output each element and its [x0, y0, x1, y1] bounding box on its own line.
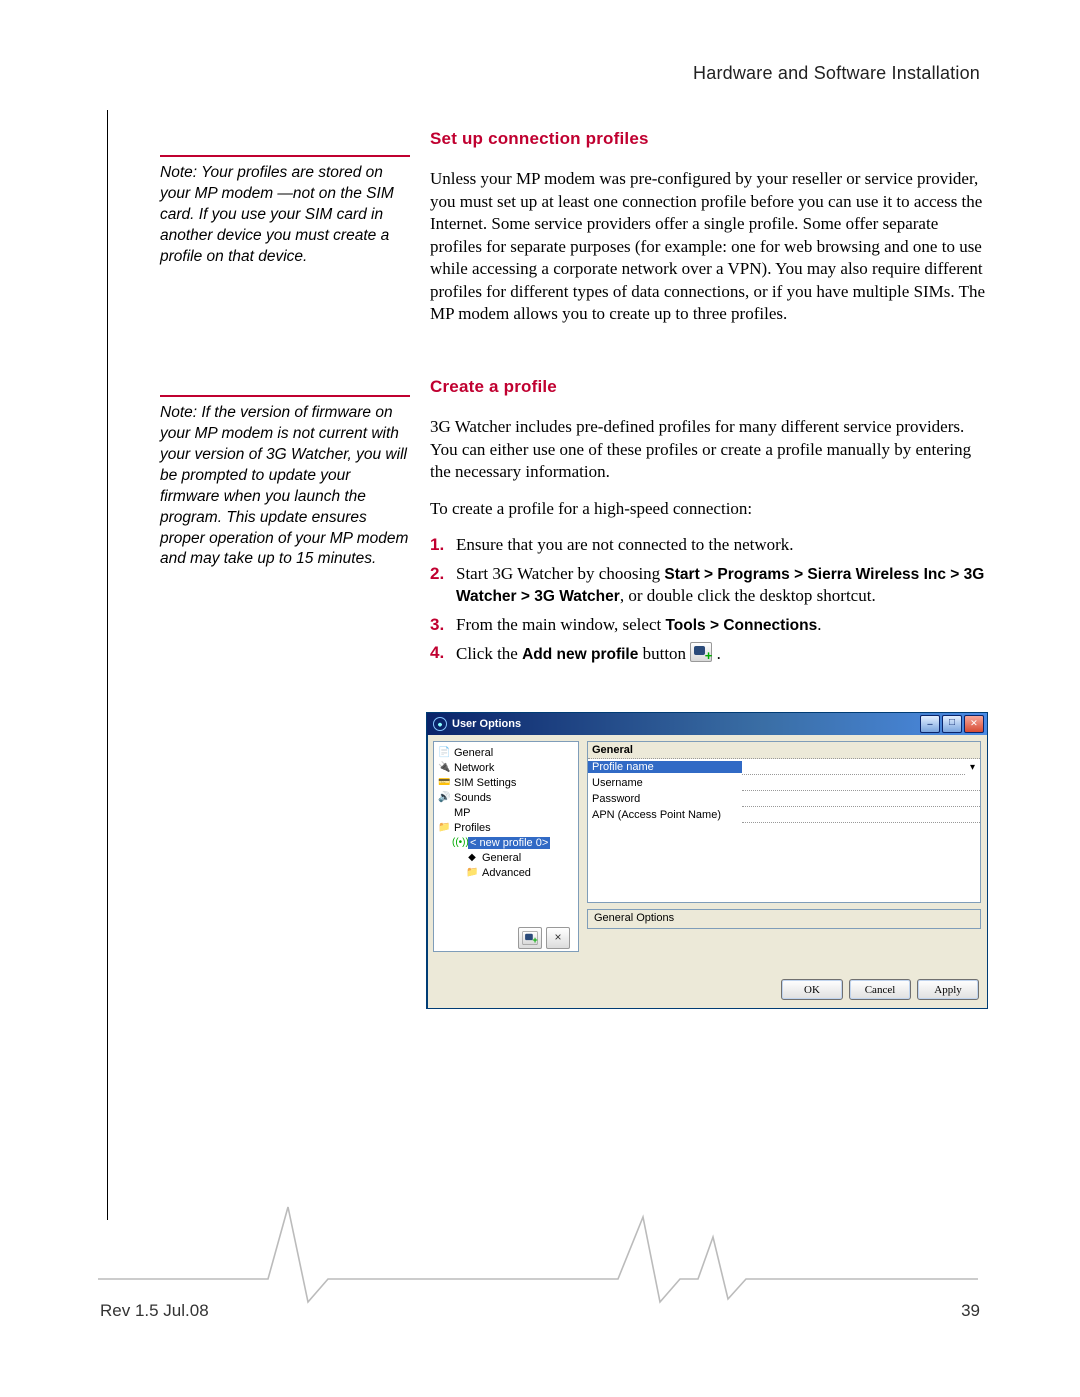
ok-button[interactable]: OK: [781, 979, 843, 1000]
window-maximize-button[interactable]: [942, 715, 962, 733]
combo-arrow-icon[interactable]: ▾: [965, 762, 980, 773]
cancel-button[interactable]: Cancel: [849, 979, 911, 1000]
tree-sim-settings[interactable]: 💳SIM Settings: [438, 775, 578, 790]
tree-profile-general[interactable]: ◆General: [438, 850, 578, 865]
decorative-waveform: [98, 1187, 978, 1307]
step-2: Start 3G Watcher by choosing Start > Pro…: [430, 563, 990, 608]
tree-general[interactable]: 📄General: [438, 745, 578, 760]
vertical-rule: [107, 110, 108, 1220]
tree-delete-button[interactable]: ×: [546, 927, 570, 949]
window-close-button[interactable]: [964, 715, 984, 733]
section-setup-heading: Set up connection profiles: [430, 128, 990, 150]
window-minimize-button[interactable]: [920, 715, 940, 733]
steps-list: Ensure that you are not connected to the…: [430, 534, 990, 665]
section-create-p1: 3G Watcher includes pre-defined profiles…: [430, 416, 990, 483]
group-header-general: General: [588, 742, 980, 759]
step-4: Click the Add new profile button .: [430, 642, 990, 665]
tree-new-profile[interactable]: ((•))< new profile 0>: [438, 835, 578, 850]
dialog-status-bar: General Options: [587, 909, 981, 929]
dialog-title: User Options: [452, 718, 521, 730]
field-profile-name[interactable]: Profile name ▾: [588, 759, 980, 775]
field-username[interactable]: Username: [588, 775, 980, 791]
tree-mp[interactable]: MP: [438, 805, 578, 820]
tree-sounds[interactable]: 🔊Sounds: [438, 790, 578, 805]
section-create-p2: To create a profile for a high-speed con…: [430, 498, 990, 520]
sidenote-1: Note: Your profiles are stored on your M…: [160, 155, 410, 268]
apply-button[interactable]: Apply: [917, 979, 979, 1000]
dialog-icon: [433, 717, 447, 731]
tree-profiles[interactable]: 📁Profiles: [438, 820, 578, 835]
footer-page-number: 39: [961, 1301, 980, 1321]
dialog-titlebar[interactable]: User Options: [427, 713, 987, 735]
options-tree[interactable]: 📄General 🔌Network 💳SIM Settings 🔊Sounds …: [433, 741, 579, 952]
field-password[interactable]: Password: [588, 791, 980, 807]
sidenote-1-text: Note: Your profiles are stored on your M…: [160, 164, 394, 265]
add-profile-icon: [690, 642, 712, 662]
section-setup-paragraph: Unless your MP modem was pre-configured …: [430, 168, 990, 325]
sidenote-2: Note: If the version of firmware on your…: [160, 395, 410, 570]
tree-network[interactable]: 🔌Network: [438, 760, 578, 775]
add-icon: [522, 931, 537, 945]
field-apn[interactable]: APN (Access Point Name): [588, 807, 980, 823]
user-options-dialog: User Options 📄General 🔌Network 💳SIM Sett…: [426, 712, 988, 1009]
tree-add-button[interactable]: [518, 927, 542, 949]
tree-profile-advanced[interactable]: 📁Advanced: [438, 865, 578, 880]
section-create-heading: Create a profile: [430, 376, 990, 398]
sidenote-2-text: Note: If the version of firmware on your…: [160, 404, 408, 567]
step-1: Ensure that you are not connected to the…: [430, 534, 990, 556]
step-3: From the main window, select Tools > Con…: [430, 614, 990, 636]
footer-revision: Rev 1.5 Jul.08: [100, 1301, 209, 1321]
properties-panel: General Profile name ▾ Username Password: [587, 741, 981, 903]
running-header: Hardware and Software Installation: [693, 63, 980, 84]
